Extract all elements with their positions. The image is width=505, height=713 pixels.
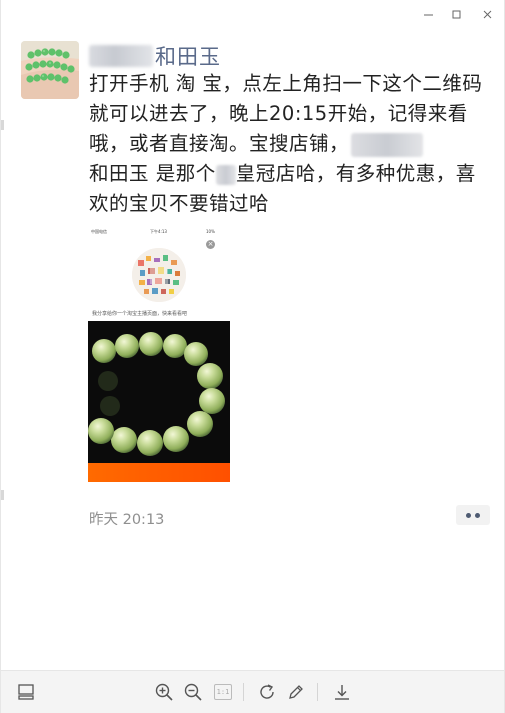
edit-button[interactable] [285,681,307,703]
redacted-name [89,45,153,67]
zoom-out-icon [184,683,202,701]
post-text-part-2: 和田玉 是那个 [89,162,216,185]
jade-bracelet-image [88,321,230,463]
edge-marker [1,120,4,130]
download-icon [335,685,349,700]
shared-image[interactable]: 中国电信 下午4:13 10% × 我分享给你一个淘宝主播页面，快来看看吧 [88,228,230,482]
maximize-icon [452,10,460,18]
mini-status-time: 下午4:13 [150,229,167,234]
rotate-icon [260,684,274,699]
actual-size-icon: 1:1 [214,684,232,700]
qr-code-icon [132,248,186,302]
maximize-button[interactable] [448,6,464,22]
avatar-jade-bracelet-image [21,41,79,99]
redacted-shop-name [351,132,424,157]
edge-marker [1,490,4,500]
jade-bracelet-photo [88,321,230,463]
toolbar-divider [317,683,318,701]
post-text: 打开手机 淘 宝，点左上角扫一下这个二维码就可以进去了，晚上20:15开始，记得… [89,69,489,219]
avatar[interactable] [21,41,79,99]
more-dot-icon [466,512,471,518]
viewer-toolbar: 1:1 [1,670,504,713]
zoom-in-icon [155,683,173,701]
mini-status-bar: 中国电信 下午4:13 10% [88,228,230,236]
title-bar [1,0,504,28]
edit-icon [289,685,303,699]
more-dot-icon [475,512,480,518]
post-author[interactable]: 和田玉 [89,41,221,71]
zoom-out-button[interactable] [182,681,204,703]
layout-button[interactable] [15,681,37,703]
minimize-button[interactable] [420,6,436,22]
close-button[interactable] [479,6,495,22]
close-icon [483,10,491,18]
post-time: 昨天 20:13 [89,512,165,528]
username: 和田玉 [155,45,221,69]
redacted-text [215,164,236,185]
rotate-button[interactable] [256,681,278,703]
share-caption: 我分享给你一个淘宝主播页面，快来看看吧 [92,311,188,317]
zoom-in-button[interactable] [153,681,175,703]
mini-status-battery: 10% [206,229,215,234]
image-viewer-window: 和田玉 打开手机 淘 宝，点左上角扫一下这个二维码就可以进去了，晚上20:15开… [0,0,505,713]
qr-code-image [132,248,186,302]
mini-status-carrier: 中国电信 [91,229,107,234]
actual-size-button[interactable]: 1:1 [212,681,234,703]
layout-icon [18,684,34,700]
toolbar-divider [243,683,244,701]
actual-size-label: 1:1 [216,688,230,696]
more-actions-button[interactable] [456,505,490,525]
mini-close-icon: × [206,240,215,249]
post-text-part-1: 打开手机 淘 宝，点左上角扫一下这个二维码就可以进去了，晚上20:15开始，记得… [89,72,483,155]
download-button[interactable] [331,681,353,703]
taobao-banner [88,463,230,482]
minimize-icon [423,14,433,15]
